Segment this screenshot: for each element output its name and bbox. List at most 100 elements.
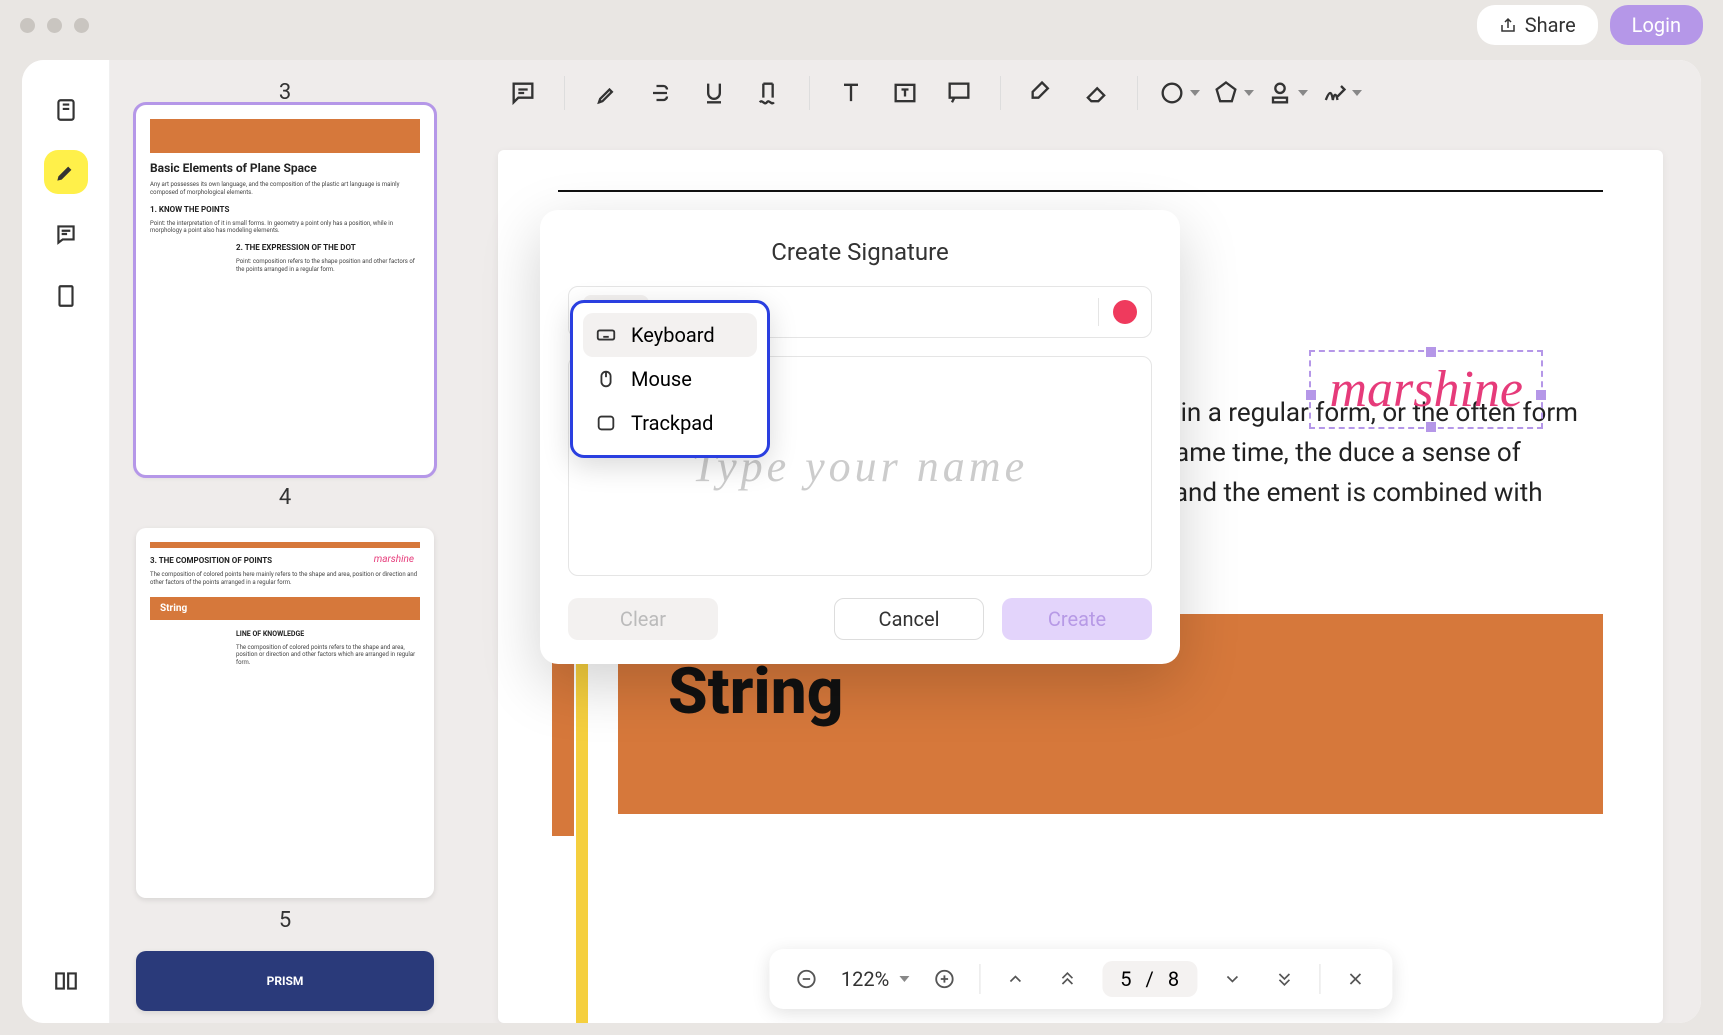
shape-polygon-button[interactable] [1210, 70, 1256, 116]
thumb-title: Basic Elements of Plane Space [150, 161, 420, 175]
highlight-icon [592, 79, 620, 107]
text-button[interactable] [828, 70, 874, 116]
login-button[interactable]: Login [1610, 5, 1703, 45]
shape-oval-button[interactable] [1156, 70, 1202, 116]
page-thumbnails-icon [53, 97, 79, 123]
thumbnail-item[interactable]: PRISM [136, 951, 434, 1011]
reader-tab[interactable] [44, 959, 88, 1003]
chevron-down-icon [1222, 969, 1242, 989]
thumb-number: 4 [136, 485, 434, 510]
zoom-out-button[interactable] [789, 962, 823, 996]
squiggly-icon [754, 79, 782, 107]
close-window-icon[interactable] [20, 18, 35, 33]
signature-icon [1320, 79, 1348, 107]
strikethrough-button[interactable] [637, 70, 683, 116]
signature-color-picker[interactable] [1113, 300, 1137, 324]
chevron-down-icon [899, 976, 909, 982]
thumb-number: 3 [136, 80, 434, 105]
page-number-input[interactable]: 5 / 8 [1102, 961, 1197, 997]
chevron-down-icon [1352, 90, 1362, 96]
annotate-icon [53, 221, 79, 247]
squiggly-button[interactable] [745, 70, 791, 116]
signature-text: marshine [1329, 361, 1523, 418]
current-page: 5 [1120, 967, 1131, 991]
ink-pen-icon [1028, 79, 1056, 107]
double-chevron-down-icon [1274, 969, 1294, 989]
close-bar-button[interactable] [1338, 962, 1372, 996]
shape-oval-icon [1158, 79, 1186, 107]
zoom-in-button[interactable] [927, 962, 961, 996]
traffic-lights [20, 18, 89, 33]
thumbnail-page-5[interactable]: 3. THE COMPOSITION OF POINTS marshine Th… [136, 528, 434, 898]
thumbnail-item[interactable]: 3. THE COMPOSITION OF POINTS marshine Th… [136, 528, 434, 933]
signature-annotation[interactable]: marshine [1309, 350, 1543, 429]
clear-button[interactable]: Clear [568, 598, 718, 640]
zoom-level-dropdown[interactable]: 122% [841, 967, 909, 991]
annotate-tab[interactable] [44, 212, 88, 256]
share-button[interactable]: Share [1477, 5, 1598, 45]
eraser-icon [1082, 79, 1110, 107]
close-icon [1345, 969, 1365, 989]
view-controls-bar: 122% 5 / 8 [769, 949, 1392, 1009]
minimize-window-icon[interactable] [47, 18, 62, 33]
callout-button[interactable] [936, 70, 982, 116]
thumbnails-tab[interactable] [44, 88, 88, 132]
last-page-button[interactable] [1267, 962, 1301, 996]
page-icon [53, 283, 79, 309]
option-label: Trackpad [631, 411, 713, 435]
reader-icon [53, 968, 79, 994]
prev-page-button[interactable] [998, 962, 1032, 996]
mouse-icon [595, 368, 617, 390]
input-mode-mouse[interactable]: Mouse [583, 357, 757, 401]
comment-button[interactable] [500, 70, 546, 116]
thumbnail-page-6[interactable]: PRISM [136, 951, 434, 1011]
cancel-button[interactable]: Cancel [834, 598, 984, 640]
input-mode-trackpad[interactable]: Trackpad [583, 401, 757, 445]
callout-icon [945, 79, 973, 107]
page-rule [558, 190, 1603, 192]
stamp-icon [1266, 79, 1294, 107]
eraser-button[interactable] [1073, 70, 1119, 116]
textbox-button[interactable] [882, 70, 928, 116]
share-icon [1499, 16, 1517, 34]
thumbnail-item[interactable]: Basic Elements of Plane Space Any art po… [136, 105, 434, 510]
input-mode-menu: Keyboard Mouse Trackpad [570, 300, 770, 458]
highlighter-icon [53, 159, 79, 185]
keyboard-icon [595, 324, 617, 346]
highlight-button[interactable] [583, 70, 629, 116]
total-pages: 8 [1168, 967, 1179, 991]
first-page-button[interactable] [1050, 962, 1084, 996]
option-label: Keyboard [631, 323, 715, 347]
ink-pen-button[interactable] [1019, 70, 1065, 116]
chevron-down-icon [1190, 90, 1200, 96]
input-mode-keyboard[interactable]: Keyboard [583, 313, 757, 357]
trackpad-icon [595, 412, 617, 434]
left-rail [22, 60, 110, 1023]
thumbnail-panel: 3 Basic Elements of Plane Space Any art … [110, 60, 460, 1023]
underline-button[interactable] [691, 70, 737, 116]
maximize-window-icon[interactable] [74, 18, 89, 33]
annotation-toolbar [460, 60, 1701, 126]
next-page-button[interactable] [1215, 962, 1249, 996]
signature-button[interactable] [1318, 70, 1364, 116]
string-heading: String [668, 654, 843, 729]
pages-tab[interactable] [44, 274, 88, 318]
thumb-number: 5 [136, 908, 434, 933]
textbox-icon [891, 79, 919, 107]
strikethrough-icon [646, 79, 674, 107]
chevron-down-icon [1244, 90, 1254, 96]
share-label: Share [1525, 13, 1576, 37]
stamp-button[interactable] [1264, 70, 1310, 116]
option-label: Mouse [631, 367, 692, 391]
modal-title: Create Signature [540, 238, 1180, 266]
underline-icon [700, 79, 728, 107]
login-label: Login [1632, 13, 1681, 37]
comment-icon [509, 79, 537, 107]
window-titlebar: Share Login [0, 0, 1723, 50]
chevron-up-icon [1005, 969, 1025, 989]
text-icon [837, 79, 865, 107]
create-button[interactable]: Create [1002, 598, 1152, 640]
highlight-tab[interactable] [44, 150, 88, 194]
plus-circle-icon [933, 968, 955, 990]
thumbnail-page-4[interactable]: Basic Elements of Plane Space Any art po… [136, 105, 434, 475]
